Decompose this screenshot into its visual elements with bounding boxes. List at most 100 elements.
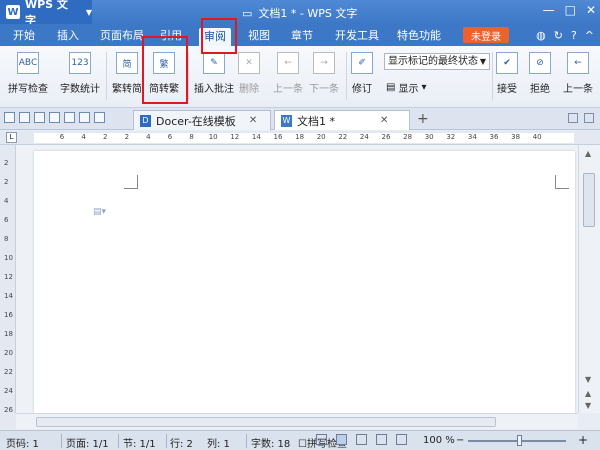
spellcheck-icon: ABC — [17, 52, 39, 74]
zoom-in-icon[interactable]: + — [578, 433, 588, 447]
show-menu-button[interactable]: ▤ 显示 ▾ — [386, 80, 426, 95]
status-section: 节: 1/1 — [123, 439, 156, 450]
close-icon[interactable]: ✕ — [586, 3, 596, 17]
display-mode-value: 显示标记的最终状态 — [388, 56, 478, 67]
restore-icon[interactable] — [568, 113, 578, 123]
status-bar: 页码: 1 页面: 1/1 节: 1/1 行: 2 列: 1 字数: 18 ☐拼… — [0, 430, 600, 450]
preview-icon[interactable] — [64, 112, 75, 123]
ruler-tick-label: 2 — [124, 133, 130, 141]
reject-label: 拒绝 — [530, 84, 550, 95]
open-icon[interactable] — [4, 112, 15, 123]
delete-comment-button[interactable]: ✕ 删除 — [238, 46, 260, 95]
comment-icon: ✎ — [203, 52, 225, 74]
menu-bar: 开始 插入 页面布局 引用 审阅 视图 章节 开发工具 特色功能 未登录 ◍ ↻… — [0, 24, 600, 46]
word-count-label: 字数统计 — [60, 84, 100, 95]
vertical-ruler-tick-label: 8 — [4, 235, 9, 243]
tab-page-layout[interactable]: 页面布局 — [95, 27, 149, 44]
help-icon[interactable]: ? — [571, 29, 577, 42]
horizontal-ruler: L 6 4 2 2 4 6 8 10 12 14 16 18 20 22 24 26 28 30 32 34 36 38 4… — [0, 131, 600, 145]
ribbon-review: ABC 拼写检查 123 字数统计 简 繁转简 繁 简转繁 ✎ 插入批注 ✕ 删… — [0, 46, 600, 108]
undo-icon[interactable] — [79, 112, 90, 123]
vertical-ruler-tick-label: 20 — [4, 349, 13, 357]
display-mode-select[interactable]: 显示标记的最终状态 ▼ — [384, 53, 490, 70]
next-icon: → — [313, 52, 335, 74]
document-page[interactable]: ▤▾ — [34, 151, 575, 413]
ribbon-separator — [188, 52, 189, 100]
tab-docer-templates[interactable]: D Docer-在线模板 ✕ — [133, 110, 271, 130]
accept-button[interactable]: ✔ 接受 — [496, 46, 518, 95]
scroll-thumb[interactable] — [583, 173, 595, 227]
next-comment-button[interactable]: → 下一条 — [309, 46, 339, 95]
skin-icon[interactable]: ◍ — [536, 29, 546, 42]
scroll-down-icon[interactable]: ▼ — [585, 375, 591, 384]
close-document-icon[interactable] — [584, 113, 594, 123]
track-changes-icon: ✐ — [351, 52, 373, 74]
status-page-code: 页码: 1 — [6, 439, 39, 450]
ruler-tick-label: 38 — [511, 133, 521, 141]
status-word-count[interactable]: 字数: 18 — [251, 435, 290, 450]
tab-view[interactable]: 视图 — [243, 27, 275, 44]
add-tab-icon[interactable]: + — [417, 111, 429, 127]
scroll-thumb[interactable] — [36, 417, 496, 427]
print-icon[interactable] — [49, 112, 60, 123]
tab-features[interactable]: 特色功能 — [392, 27, 446, 44]
fullscreen-view-icon[interactable] — [316, 434, 327, 445]
chevron-up-icon[interactable]: ^ — [585, 29, 594, 42]
ruler-tick-label: 8 — [189, 133, 194, 141]
outline-view-icon[interactable] — [356, 434, 367, 445]
menu-right-icons: ◍ ↻ ? ^ — [536, 29, 594, 42]
window-controls: — □ ✕ — [543, 3, 596, 17]
zoom-level[interactable]: 100 % — [423, 435, 455, 446]
window-title: ▭ 文档1 * - WPS 文字 — [242, 5, 357, 21]
status-separator — [61, 434, 62, 448]
trad-to-simp-button[interactable]: 简 繁转简 — [112, 46, 142, 95]
spell-check-button[interactable]: ABC 拼写检查 — [8, 46, 48, 95]
vertical-ruler-tick-label: 14 — [4, 292, 13, 300]
word-count-button[interactable]: 123 字数统计 — [60, 46, 100, 95]
save-icon[interactable] — [19, 112, 30, 123]
ruler-tick-label: 26 — [381, 133, 391, 141]
close-icon[interactable]: ✕ — [380, 115, 388, 126]
prev-comment-button[interactable]: ← 上一条 — [273, 46, 303, 95]
redo-icon[interactable] — [94, 112, 105, 123]
prev-change-button[interactable]: ← 上一条 — [563, 46, 593, 95]
ruler-tick-label: 32 — [446, 133, 456, 141]
horizontal-scrollbar[interactable] — [16, 413, 578, 429]
spell-check-label: 拼写检查 — [8, 84, 48, 95]
tab-document1[interactable]: W 文档1 * ✕ — [274, 110, 410, 130]
reject-button[interactable]: ⊘ 拒绝 — [529, 46, 551, 95]
sync-icon[interactable]: ↻ — [554, 29, 563, 42]
zoom-out-icon[interactable]: − — [456, 435, 464, 446]
reading-view-icon[interactable] — [396, 434, 407, 445]
maximize-icon[interactable]: □ — [565, 3, 576, 17]
wps-logo-icon: W — [6, 5, 20, 19]
vertical-ruler: 2 2 4 6 8 10 12 14 16 18 20 22 24 26 — [0, 145, 16, 414]
next-page-icon[interactable]: ▼ — [585, 401, 591, 410]
login-button[interactable]: 未登录 — [463, 27, 509, 43]
next-label: 下一条 — [309, 84, 339, 95]
highlight-simp-to-trad — [142, 36, 188, 104]
quick-access-toolbar — [4, 112, 105, 123]
close-icon[interactable]: ✕ — [249, 115, 257, 126]
zoom-slider-thumb[interactable] — [516, 435, 522, 446]
tab-start[interactable]: 开始 — [8, 27, 40, 44]
tab-developer[interactable]: 开发工具 — [330, 27, 384, 44]
minimize-icon[interactable]: — — [543, 3, 555, 17]
paragraph-layout-icon[interactable]: ▤▾ — [93, 207, 106, 217]
web-view-icon[interactable] — [376, 434, 387, 445]
document-icon: ▭ — [242, 6, 253, 20]
scroll-up-icon[interactable]: ▲ — [585, 149, 591, 158]
ruler-tick-label: 12 — [230, 133, 240, 141]
tab-stop-selector[interactable]: L — [6, 132, 17, 143]
vertical-scrollbar[interactable]: ▲ ▼ ▲ ▼ — [578, 145, 600, 413]
tab-insert[interactable]: 插入 — [52, 27, 84, 44]
page-view-icon[interactable] — [336, 434, 347, 445]
tab-sections[interactable]: 章节 — [286, 27, 318, 44]
vertical-ruler-tick-label: 16 — [4, 311, 13, 319]
ruler-tick-label: 30 — [424, 133, 434, 141]
app-menu-button[interactable]: W WPS 文字 ▼ — [0, 0, 92, 27]
ruler-tick-label: 10 — [208, 133, 218, 141]
prev-page-icon[interactable]: ▲ — [585, 389, 591, 398]
track-changes-button[interactable]: ✐ 修订 — [351, 46, 373, 95]
pdf-icon[interactable] — [34, 112, 45, 123]
